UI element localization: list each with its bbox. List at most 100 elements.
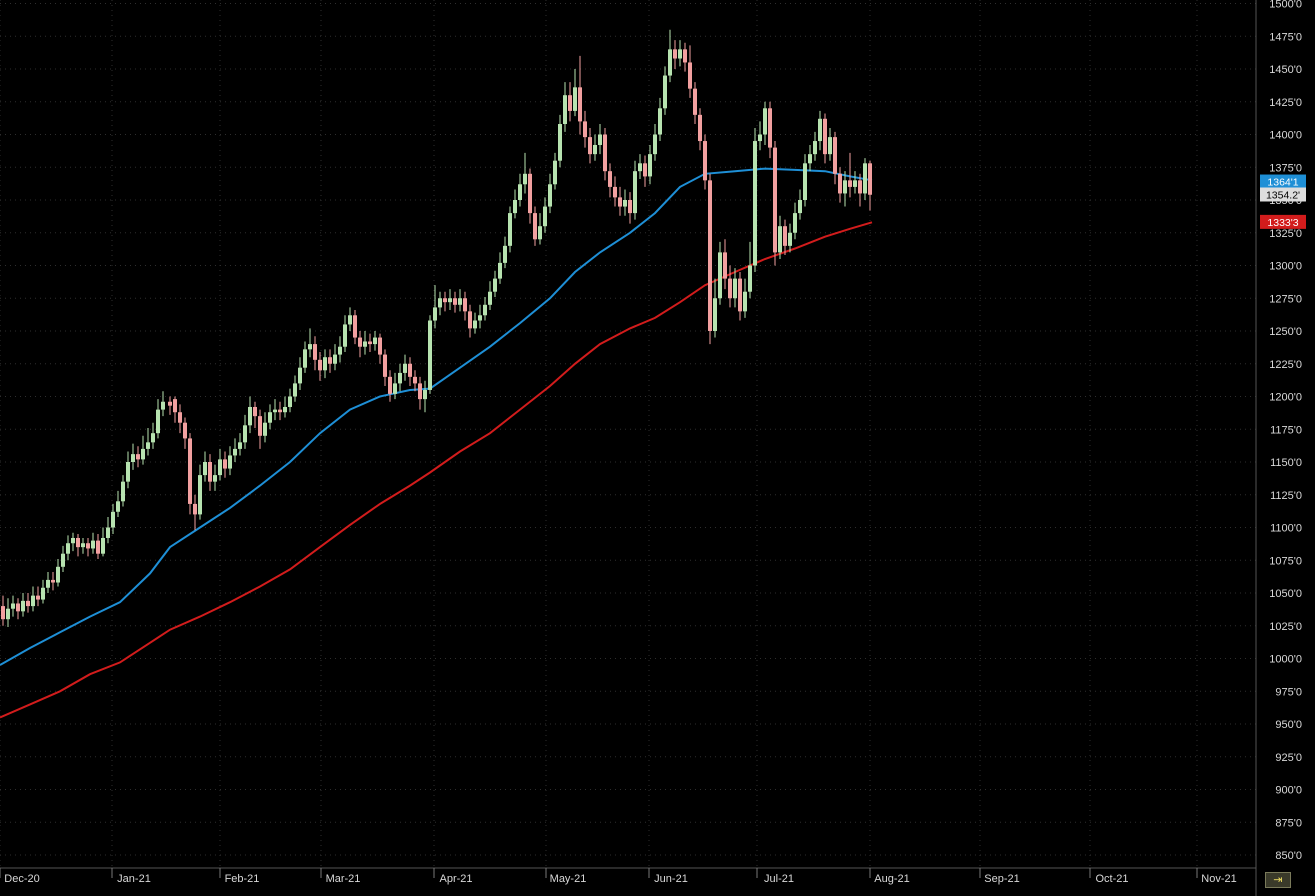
candle-body-up [293,383,297,397]
price-badge-label: 1364'1 [1267,177,1298,189]
candle-body-up [788,232,792,246]
candle-body-up [733,278,737,299]
candle-body-up [141,448,145,460]
candle-body-up [61,553,65,567]
candle-body-down [408,363,412,377]
plot-background [0,0,1315,896]
candle-body-down [583,121,587,138]
x-tick-label: Dec-20 [4,873,39,885]
candle-body-up [863,163,867,194]
candle-body-down [768,108,772,148]
candle-body-up [803,163,807,200]
x-tick-label: Aug-21 [874,873,909,885]
candle-body-up [493,278,497,292]
candle-body-up [233,448,237,456]
y-tick-label: 1175'0 [1270,424,1302,436]
candle-body-up [653,134,657,155]
candle-body-up [638,163,642,172]
x-tick-label: Oct-21 [1095,873,1128,885]
candle-body-up [333,354,337,364]
candle-body-down [178,412,182,423]
candle-body-down [253,406,257,417]
candle-body-down [36,595,40,600]
candle-body-up [323,357,327,371]
candle-body-up [543,206,547,227]
candle-body-up [11,603,15,609]
candle-body-down [613,186,617,198]
candle-body-down [463,298,467,312]
candle-body-down [568,95,572,111]
candle-body-up [478,315,482,321]
candle-body-up [111,511,115,528]
candle-body-up [428,320,432,390]
candle-body-up [503,245,507,263]
x-tick-label: Feb-21 [225,873,260,885]
candle-body-up [818,118,822,142]
y-tick-label: 1225'0 [1269,359,1302,371]
candle-body-up [563,95,567,125]
y-tick-label: 1425'0 [1269,97,1302,109]
candle-body-up [298,367,302,384]
y-tick-label: 1075'0 [1269,555,1302,567]
candle-body-down [858,180,862,194]
candle-body-up [243,425,247,443]
candle-body-up [713,298,717,331]
candle-body-up [668,49,672,76]
candle-body-down [443,298,447,303]
y-tick-label: 1475'0 [1269,31,1302,43]
candle-body-down [738,278,742,312]
candle-body-up [778,226,782,253]
candle-body-up [21,600,25,612]
candle-body-down [318,359,322,371]
candle-body-down [278,409,282,413]
candle [708,173,712,345]
candle-body-down [823,118,827,155]
candle-body-up [6,608,10,620]
candle-body-down [528,173,532,214]
candle-body-down [86,543,90,549]
candle-body-down [96,540,100,554]
candle-body-up [288,396,292,407]
candle-body-down [353,315,357,338]
candle-body-up [343,324,347,347]
candle-body-up [56,566,60,583]
expand-axis-button[interactable]: ⇥ [1265,872,1291,888]
candle-body-down [26,600,30,607]
candle-body-up [151,433,155,443]
price-chart[interactable]: 850'0 875'0 900'0 925'0 950'0 975'0 1000'0 1025… [0,0,1315,896]
y-tick-label: 875'0 [1275,817,1302,829]
candle-body-up [763,108,767,135]
y-tick-label: 1050'0 [1269,588,1302,600]
candle-body-up [748,265,752,292]
candle-body-up [116,501,120,512]
candle-body-down [16,603,20,612]
candle-body-up [623,200,627,207]
candle-body-down [588,137,592,155]
x-tick-label: Apr-21 [439,873,472,885]
candle-body-up [538,226,542,240]
candle-body-up [126,462,130,482]
candle-body-up [793,213,797,233]
candle-body-up [548,184,552,207]
candle-body-up [448,298,452,303]
candle-body-down [608,171,612,187]
candle-body-up [203,462,207,476]
candle-body-down [688,62,692,89]
candle-body-up [66,543,70,554]
candle-body-down [418,383,422,400]
y-tick-label: 950'0 [1275,719,1302,731]
candle-body-up [363,341,367,347]
candle-body-up [433,307,437,321]
candle-body-up [71,537,75,544]
candle-body-down [173,399,177,413]
candle-body-up [213,475,217,482]
candle-body-up [648,154,652,177]
candle-body-up [758,134,762,142]
candle-body-up [31,595,35,607]
candle-body-up [273,409,277,413]
candle-body-down [76,537,80,548]
candle-body-down [673,49,677,59]
candle-body-down [698,114,702,142]
candle-body-down [328,357,332,364]
candle-body-down [868,163,872,195]
